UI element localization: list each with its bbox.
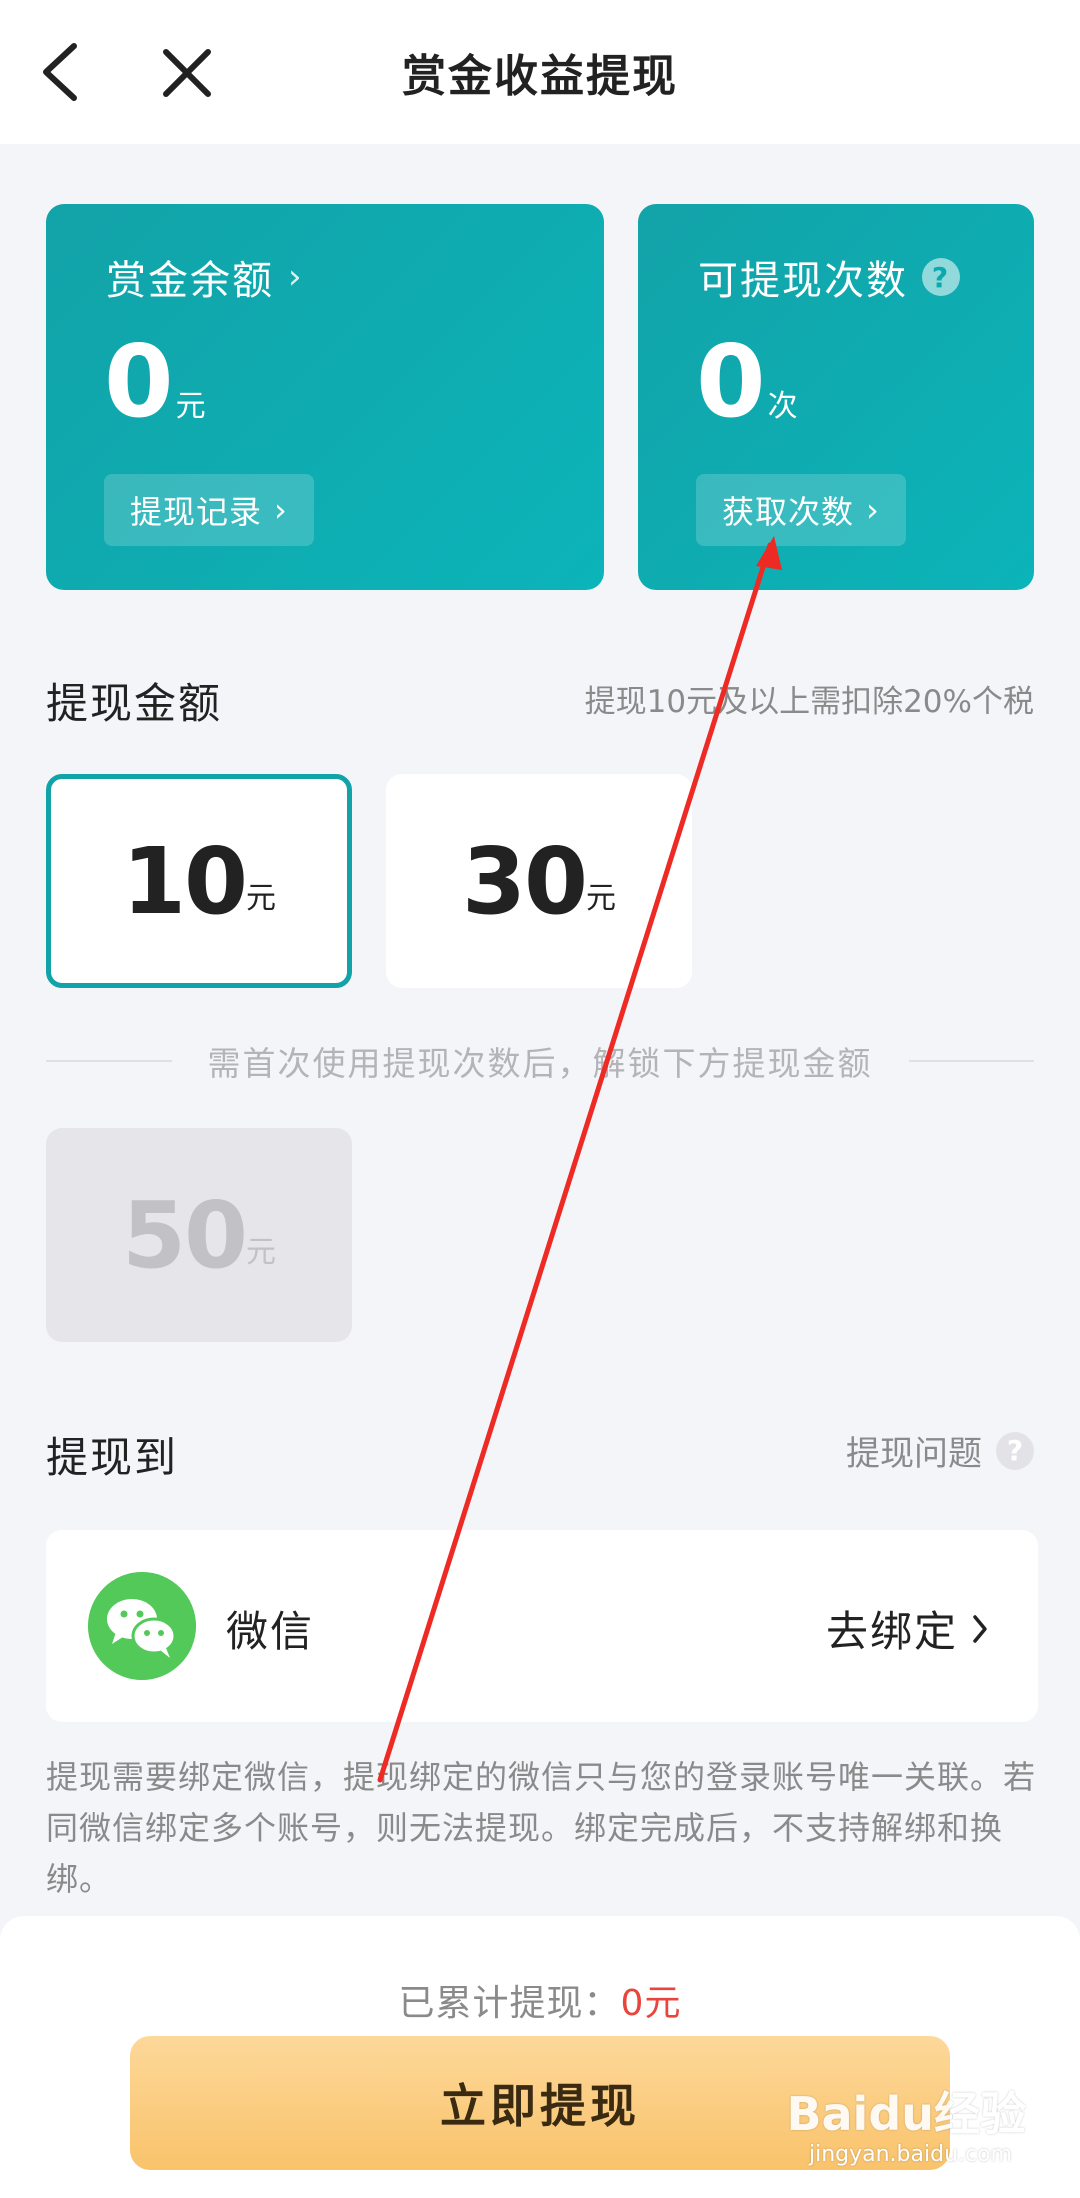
chevron-right-icon xyxy=(973,1614,987,1643)
chevron-right-icon: › xyxy=(274,491,288,529)
help-icon[interactable]: ? xyxy=(922,258,960,296)
count-unit: 次 xyxy=(767,389,798,424)
top-bar: 赏金收益提现 xyxy=(0,0,1080,144)
chevron-right-icon: › xyxy=(866,491,880,529)
withdraw-records-button[interactable]: 提现记录 › xyxy=(104,474,314,546)
amount-option-unit: 元 xyxy=(586,881,617,916)
withdraw-help-link[interactable]: 提现问题 ? xyxy=(846,1426,1034,1475)
amount-option-10[interactable]: 10 元 xyxy=(46,774,352,988)
withdraw-amount-title: 提现金额 xyxy=(46,679,223,728)
baidu-watermark: Baidu经验 xyxy=(786,2087,1026,2141)
wechat-bind-row[interactable]: 微信 去绑定 xyxy=(46,1530,1038,1722)
count-title-label: 可提现次数 xyxy=(698,258,908,304)
help-icon: ? xyxy=(996,1431,1034,1470)
amount-option-value: 30 xyxy=(461,827,588,935)
divider-line xyxy=(46,1060,172,1062)
divider-line xyxy=(908,1060,1034,1062)
amount-option-unit: 元 xyxy=(246,1235,277,1270)
amount-option-50-locked: 50 元 xyxy=(46,1128,352,1342)
balance-amount: 0 元 xyxy=(104,332,206,432)
withdraw-help-label: 提现问题 xyxy=(846,1434,982,1474)
withdraw-records-label: 提现记录 xyxy=(130,493,263,531)
count-value: 0 xyxy=(696,323,766,440)
amount-option-30[interactable]: 30 元 xyxy=(386,774,692,988)
balance-unit: 元 xyxy=(175,389,206,424)
chevron-right-icon: › xyxy=(288,257,304,297)
unlock-divider: 需首次使用提现次数后，解锁下方提现金额 xyxy=(46,1036,1034,1086)
bind-button[interactable]: 去绑定 xyxy=(826,1598,988,1659)
wechat-icon xyxy=(88,1572,196,1680)
amount-option-value: 50 xyxy=(121,1181,248,1289)
method-name: 微信 xyxy=(226,1607,315,1656)
amount-option-value: 10 xyxy=(121,827,248,935)
bind-notice: 提现需要绑定微信，提现绑定的微信只与您的登录账号唯一关联。若同微信绑定多个账号，… xyxy=(46,1758,1037,1898)
page-title: 赏金收益提现 xyxy=(402,51,678,102)
balance-title: 赏金余额 xyxy=(106,258,274,304)
unlock-text: 需首次使用提现次数后，解锁下方提现金额 xyxy=(207,1044,873,1083)
get-count-label: 获取次数 xyxy=(722,493,855,531)
count-title: 可提现次数 ? xyxy=(698,248,960,306)
total-label: 已累计提现： xyxy=(398,1983,621,2024)
balance-card: 赏金余额 › 0 元 提现记录 › xyxy=(46,204,604,590)
total-value: 0元 xyxy=(620,1983,682,2024)
total-withdrawn: 已累计提现：0元 xyxy=(0,1974,1080,2026)
baidu-watermark-url: jingyan.baidu.com xyxy=(808,2142,1012,2167)
amount-option-unit: 元 xyxy=(246,881,277,916)
balance-value: 0 xyxy=(104,323,174,440)
tax-note: 提现10元及以上需扣除20%个税 xyxy=(584,684,1034,720)
bind-label: 去绑定 xyxy=(825,1607,958,1656)
count-amount: 0 次 xyxy=(696,332,798,432)
get-count-button[interactable]: 获取次数 › xyxy=(696,474,906,546)
balance-title-link[interactable]: 赏金余额 › xyxy=(106,248,304,306)
withdraw-count-card: 可提现次数 ? 0 次 获取次数 › xyxy=(638,204,1034,590)
withdraw-to-title: 提现到 xyxy=(46,1433,179,1482)
